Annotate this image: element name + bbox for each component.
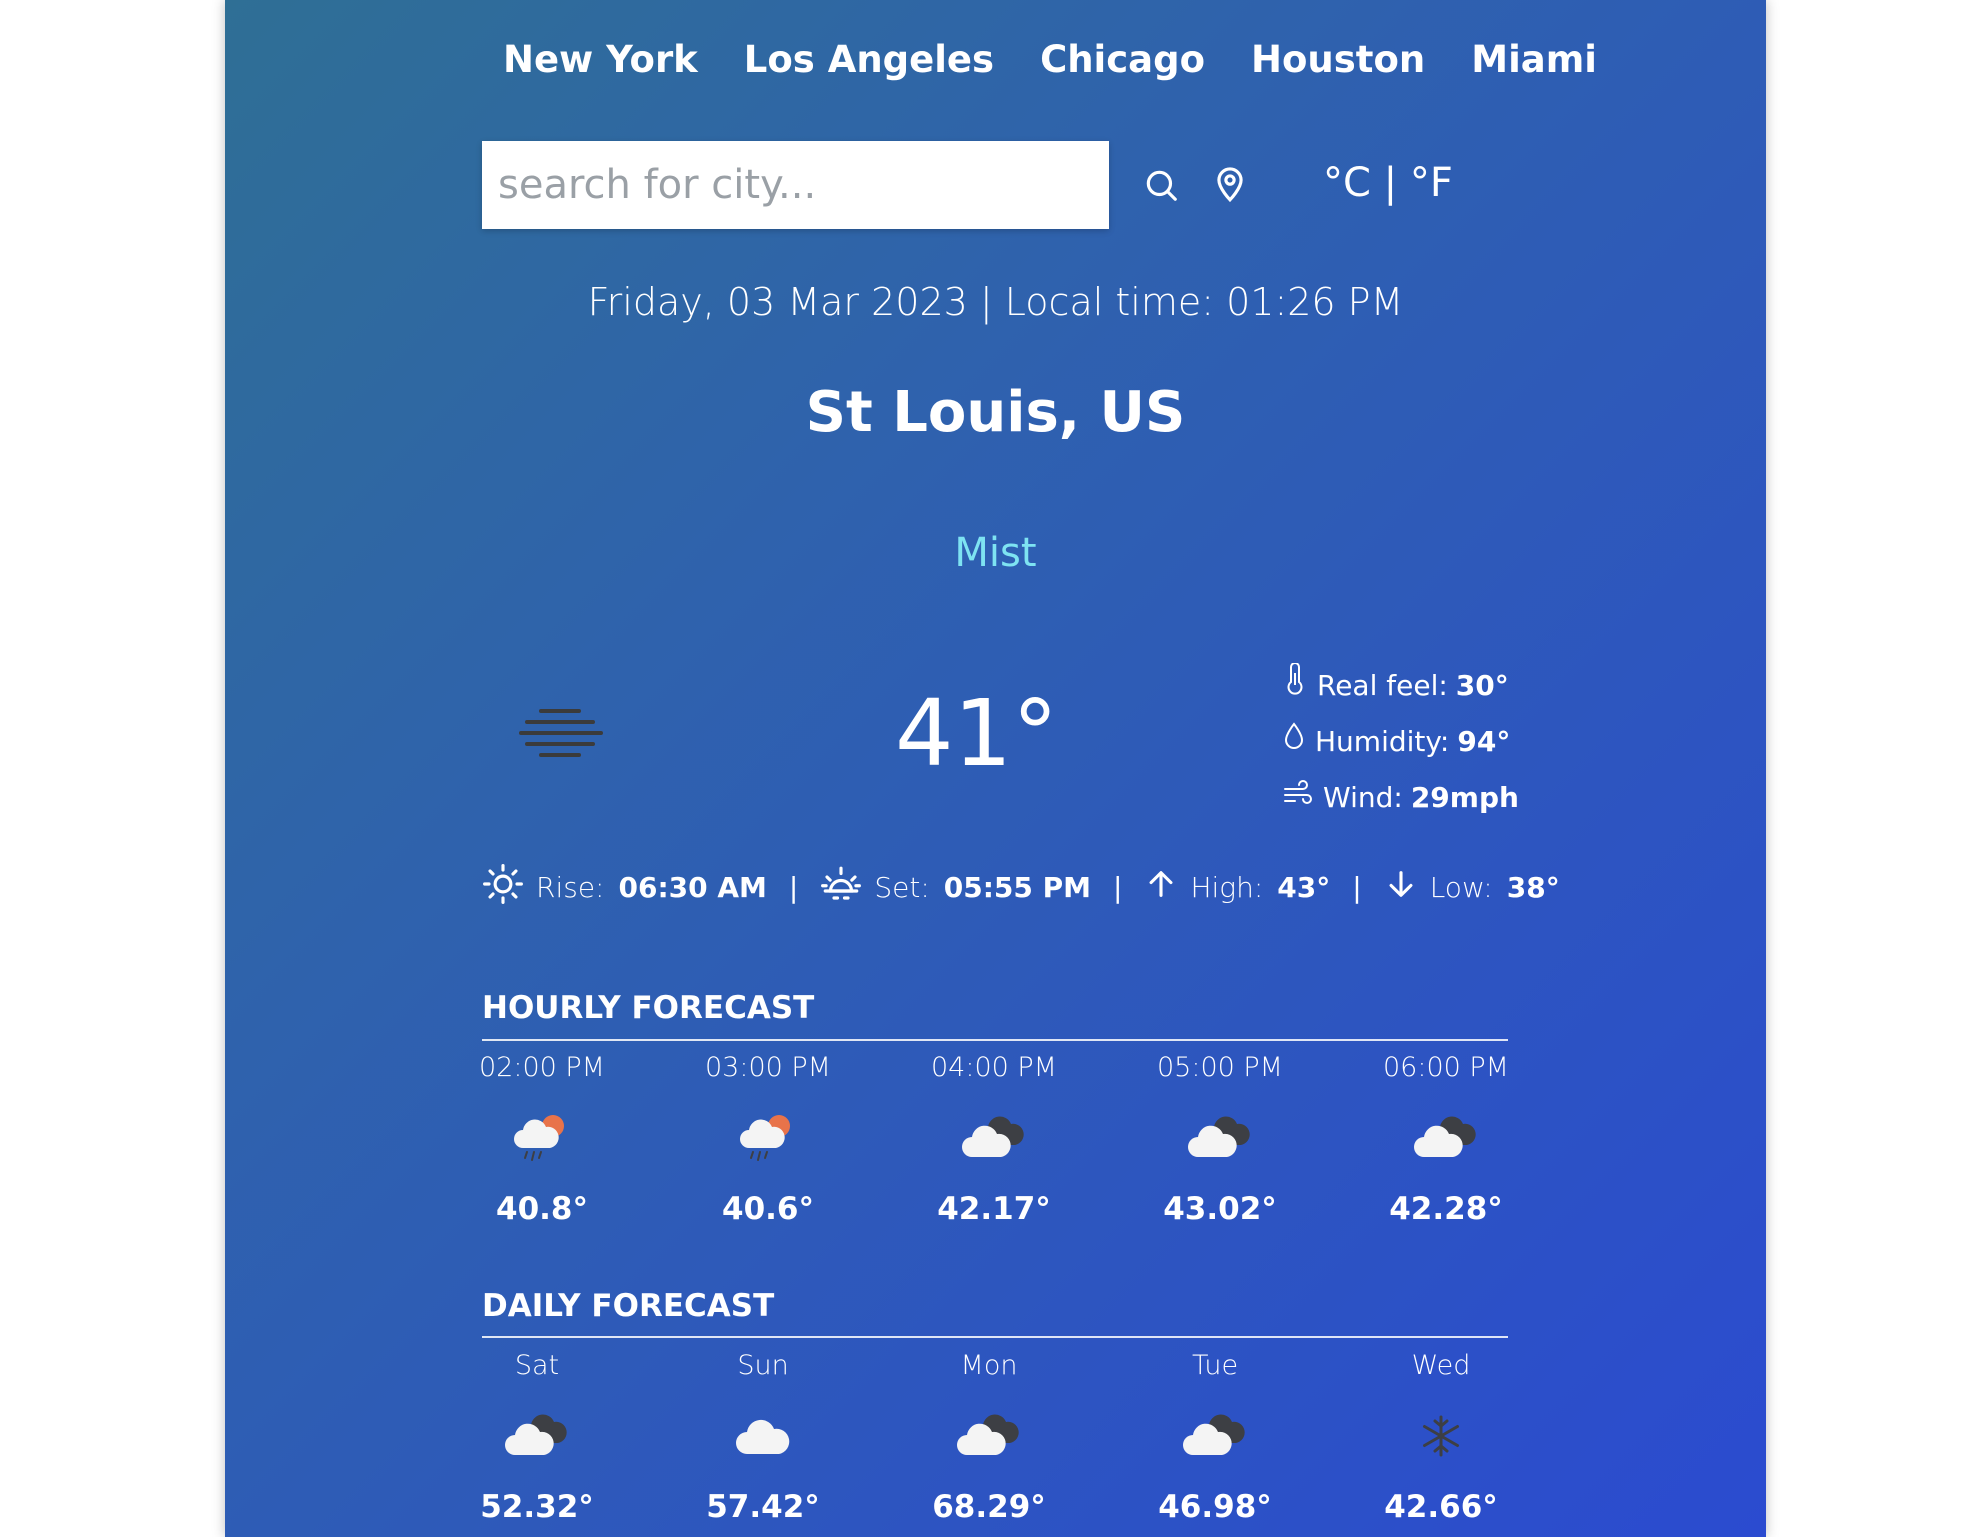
cloudy-icon <box>899 1401 1079 1471</box>
forecast-time-label: Mon <box>960 1350 1018 1381</box>
humidity-label: Humidity: <box>1315 725 1450 758</box>
high-value: 43° <box>1277 871 1331 904</box>
hourly-forecast-item: 06:00 PM 42.28° <box>1356 1052 1536 1227</box>
humidity-value: 94° <box>1457 725 1511 758</box>
daily-forecast-item: Sun 57.42° <box>673 1350 853 1525</box>
search-input[interactable] <box>482 141 1109 229</box>
fahrenheit-button[interactable]: °F <box>1410 160 1453 206</box>
city-link-miami[interactable]: Miami <box>1471 38 1597 81</box>
wind-value: 29mph <box>1410 781 1519 814</box>
forecast-time-label: 03:00 PM <box>705 1052 831 1083</box>
forecast-time-label: Sun <box>737 1350 789 1381</box>
city-link-chicago[interactable]: Chicago <box>1040 38 1205 81</box>
sunrise-value: 06:30 AM <box>618 871 767 904</box>
current-temperature: 41° <box>895 680 1059 787</box>
arrow-up-icon <box>1144 867 1178 908</box>
sunset-icon <box>820 863 862 912</box>
city-nav: New York Los Angeles Chicago Houston Mia… <box>503 38 1597 81</box>
forecast-temp: 57.42° <box>706 1489 820 1525</box>
daily-forecast-item: Sat 52.32° <box>447 1350 627 1525</box>
mist-icon <box>515 705 605 769</box>
real-feel-label: Real feel: <box>1317 669 1448 702</box>
forecast-temp: 42.66° <box>1384 1489 1498 1525</box>
sunset-value: 05:55 PM <box>943 871 1092 904</box>
forecast-temp: 40.8° <box>496 1191 588 1227</box>
forecast-temp: 40.6° <box>722 1191 814 1227</box>
cloudy-icon <box>904 1103 1084 1173</box>
real-feel-value: 30° <box>1455 669 1509 702</box>
hourly-divider <box>482 1039 1508 1041</box>
daily-forecast-item: Wed 42.66° <box>1351 1350 1531 1525</box>
forecast-time-label: 05:00 PM <box>1157 1052 1283 1083</box>
forecast-temp: 43.02° <box>1163 1191 1277 1227</box>
snowflake-icon <box>1351 1401 1531 1471</box>
forecast-temp: 42.17° <box>937 1191 1051 1227</box>
weather-details: Real feel: 30° Humidity: 94° Wind: 29mph <box>1283 658 1519 826</box>
sunset-label: Set: <box>874 871 930 904</box>
city-link-los-angeles[interactable]: Los Angeles <box>744 38 994 81</box>
cloudy-icon <box>1125 1401 1305 1471</box>
sun-temp-row: Rise: 06:30 AM | Set: 05:55 PM | High: 4… <box>482 863 1560 912</box>
daily-forecast-list: Sat 52.32° Sun 57.42° Mon 68.29° Tue 46.98° Wed 4… <box>225 1350 1766 1537</box>
droplet-icon <box>1283 714 1315 770</box>
hourly-forecast-item: 05:00 PM 43.02° <box>1130 1052 1310 1227</box>
forecast-time-label: Wed <box>1411 1350 1471 1381</box>
weather-condition: Mist <box>954 530 1037 576</box>
daily-forecast-title: DAILY FORECAST <box>482 1288 775 1324</box>
sunrise-icon <box>482 863 524 912</box>
celsius-button[interactable]: °C <box>1323 160 1371 206</box>
location-pin-icon[interactable] <box>1211 164 1249 208</box>
weather-panel: New York Los Angeles Chicago Houston Mia… <box>225 0 1766 1537</box>
forecast-time-label: Sat <box>514 1350 560 1381</box>
hourly-forecast-title: HOURLY FORECAST <box>482 990 815 1026</box>
low-label: Low: <box>1429 871 1493 904</box>
local-datetime: Friday, 03 Mar 2023 | Local time: 01:26 … <box>587 280 1404 324</box>
hourly-forecast-item: 02:00 PM 40.8° <box>452 1052 632 1227</box>
forecast-temp: 42.28° <box>1389 1191 1503 1227</box>
forecast-time-label: 06:00 PM <box>1383 1052 1509 1083</box>
search-icon[interactable] <box>1142 166 1180 208</box>
unit-separator: | <box>1383 160 1398 206</box>
city-link-houston[interactable]: Houston <box>1251 38 1425 81</box>
cloudy-icon <box>447 1401 627 1471</box>
real-feel-row: Real feel: 30° <box>1283 658 1519 714</box>
wind-row: Wind: 29mph <box>1283 770 1519 826</box>
humidity-row: Humidity: 94° <box>1283 714 1519 770</box>
cloud-icon <box>673 1401 853 1471</box>
location-title: St Louis, US <box>805 380 1186 445</box>
forecast-temp: 52.32° <box>480 1489 594 1525</box>
arrow-down-icon <box>1384 867 1418 908</box>
hourly-forecast-item: 04:00 PM 42.17° <box>904 1052 1084 1227</box>
city-link-new-york[interactable]: New York <box>503 38 698 81</box>
forecast-temp: 46.98° <box>1158 1489 1272 1525</box>
wind-label: Wind: <box>1323 781 1403 814</box>
low-value: 38° <box>1506 871 1560 904</box>
forecast-time-label: Tue <box>1191 1350 1239 1381</box>
cloudy-icon <box>1356 1103 1536 1173</box>
hourly-forecast-list: 02:00 PM 40.8° 03:00 PM 40.6° 04:00 PM 42.17°… <box>225 1052 1766 1232</box>
hourly-forecast-item: 03:00 PM 40.6° <box>678 1052 858 1227</box>
wind-icon <box>1283 770 1323 826</box>
forecast-time-label: 04:00 PM <box>931 1052 1057 1083</box>
daily-forecast-item: Tue 46.98° <box>1125 1350 1305 1525</box>
rain-sun-icon <box>678 1103 858 1173</box>
separator: | <box>788 871 799 904</box>
daily-forecast-item: Mon 68.29° <box>899 1350 1079 1525</box>
rain-sun-icon <box>452 1103 632 1173</box>
cloudy-icon <box>1130 1103 1310 1173</box>
forecast-time-label: 02:00 PM <box>479 1052 605 1083</box>
separator: | <box>1352 871 1362 904</box>
sunrise-label: Rise: <box>536 871 605 904</box>
thermometer-icon <box>1283 658 1317 714</box>
separator: | <box>1113 871 1123 904</box>
daily-divider <box>482 1336 1508 1338</box>
unit-toggle: °C | °F <box>1323 160 1453 206</box>
high-label: High: <box>1190 871 1264 904</box>
forecast-temp: 68.29° <box>932 1489 1046 1525</box>
